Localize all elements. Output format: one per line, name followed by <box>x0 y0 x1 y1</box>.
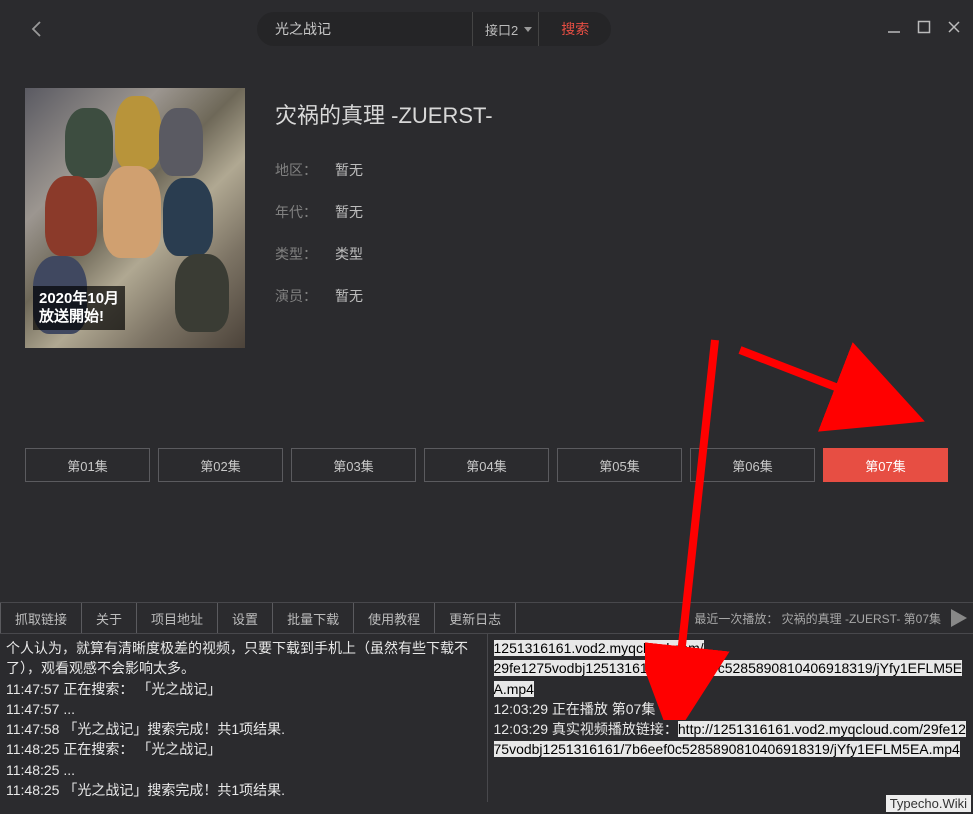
era-value: 暂无 <box>335 202 363 222</box>
episode-button[interactable]: 第01集 <box>25 448 150 482</box>
cast-label: 演员： <box>275 286 335 306</box>
type-value: 类型 <box>335 244 363 264</box>
toolbar-button[interactable]: 使用教程 <box>353 603 435 633</box>
poster-image: 2020年10月 放送開始! <box>25 88 245 348</box>
log-line: 11:47:57 正在搜索： 「光之战记」 <box>6 679 481 699</box>
log-left: 个人认为，就算有清晰度极差的视频，只要下载到手机上（虽然有些下载不了），观看观感… <box>0 634 487 802</box>
log-line: 11:48:25 ... <box>6 760 481 780</box>
chevron-down-icon <box>524 27 532 32</box>
region-value: 暂无 <box>335 160 363 180</box>
type-label: 类型： <box>275 244 335 264</box>
info-row-cast: 演员： 暂无 <box>275 286 493 306</box>
toolbar-button[interactable]: 批量下载 <box>272 603 354 633</box>
titlebar: 接口2 搜索 <box>0 0 973 58</box>
log-line: 12:03:29 正在播放 第07集 <box>494 699 968 719</box>
interface-label: 接口2 <box>485 20 518 39</box>
info-row-era: 年代： 暂无 <box>275 202 493 222</box>
episode-button[interactable]: 第03集 <box>291 448 416 482</box>
era-label: 年代： <box>275 202 335 222</box>
content-area: 2020年10月 放送開始! 灾祸的真理 -ZUERST- 地区： 暂无 年代：… <box>0 58 973 348</box>
log-line: 11:47:57 ... <box>6 699 481 719</box>
play-button[interactable] <box>947 605 973 631</box>
episode-button[interactable]: 第05集 <box>557 448 682 482</box>
media-title: 灾祸的真理 -ZUERST- <box>275 98 493 130</box>
log-right: 1251316161.vod2.myqcloud.com/ 29fe1275vo… <box>487 634 973 802</box>
toolbar: 抓取链接关于项目地址设置批量下载使用教程更新日志 最近一次播放： 灾祸的真理 -… <box>0 602 973 634</box>
search-bar: 接口2 搜索 <box>257 12 611 46</box>
watermark: Typecho.Wiki <box>886 795 971 812</box>
minimize-button[interactable] <box>887 20 901 34</box>
recent-play-label: 最近一次播放： 灾祸的真理 -ZUERST- 第07集 <box>694 610 947 627</box>
region-label: 地区： <box>275 160 335 180</box>
window-controls <box>887 20 961 34</box>
toolbar-button[interactable]: 项目地址 <box>136 603 218 633</box>
search-input[interactable] <box>257 12 472 46</box>
log-line: 1251316161.vod2.myqcloud.com/ <box>494 640 704 656</box>
log-panel: 个人认为，就算有清晰度极差的视频，只要下载到手机上（虽然有些下载不了），观看观感… <box>0 634 973 802</box>
episode-list: 第01集第02集第03集第04集第05集第06集第07集 <box>0 448 973 482</box>
log-line: 11:47:58 「光之战记」搜索完成！共1项结果. <box>6 719 481 739</box>
episode-button[interactable]: 第07集 <box>823 448 948 482</box>
info-panel: 灾祸的真理 -ZUERST- 地区： 暂无 年代： 暂无 类型： 类型 演员： … <box>275 88 493 348</box>
episode-button[interactable]: 第06集 <box>690 448 815 482</box>
info-row-type: 类型： 类型 <box>275 244 493 264</box>
log-line: 12:03:29 真实视频播放链接：http://1251316161.vod2… <box>494 719 968 760</box>
toolbar-button[interactable]: 抓取链接 <box>0 603 82 633</box>
toolbar-button[interactable]: 更新日志 <box>434 603 516 633</box>
info-row-region: 地区： 暂无 <box>275 160 493 180</box>
poster-badge: 2020年10月 放送開始! <box>33 286 125 330</box>
search-button[interactable]: 搜索 <box>538 12 611 46</box>
poster-badge-line2: 放送開始! <box>39 308 119 326</box>
back-button[interactable] <box>27 19 47 39</box>
episode-button[interactable]: 第04集 <box>424 448 549 482</box>
log-line: 个人认为，就算有清晰度极差的视频，只要下载到手机上（虽然有些下载不了），观看观感… <box>6 638 481 679</box>
poster-badge-line1: 2020年10月 <box>39 290 119 308</box>
episode-button[interactable]: 第02集 <box>158 448 283 482</box>
interface-select[interactable]: 接口2 <box>472 12 538 46</box>
log-line: 11:48:25 「光之战记」搜索完成！共1项结果. <box>6 780 481 800</box>
log-line: 29fe1275vodbj1251316161/7b6eef0c52858908… <box>494 660 963 696</box>
cast-value: 暂无 <box>335 286 363 306</box>
toolbar-buttons: 抓取链接关于项目地址设置批量下载使用教程更新日志 <box>0 603 516 633</box>
toolbar-button[interactable]: 设置 <box>217 603 273 633</box>
log-line: 11:48:25 正在搜索： 「光之战记」 <box>6 739 481 759</box>
maximize-button[interactable] <box>917 20 931 34</box>
toolbar-button[interactable]: 关于 <box>81 603 137 633</box>
close-button[interactable] <box>947 20 961 34</box>
